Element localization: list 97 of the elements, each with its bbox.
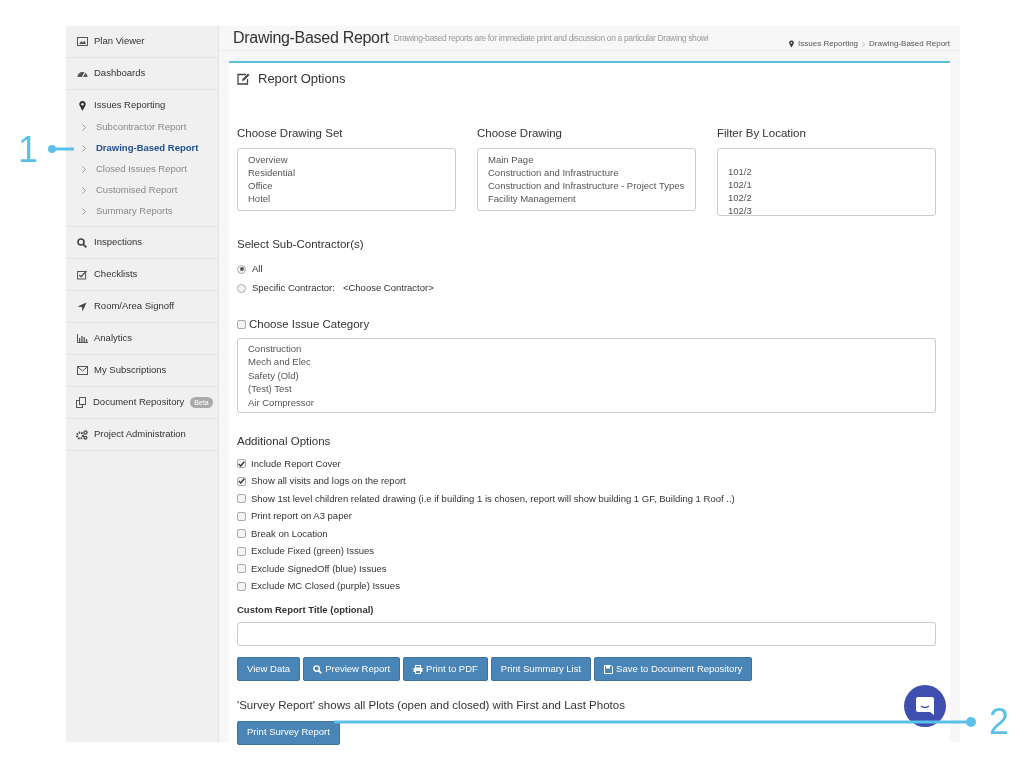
- field-label: Choose Drawing Set: [237, 126, 344, 141]
- list-option[interactable]: Construction and Infrastructure - Project Types: [488, 179, 685, 193]
- chevron-right-icon: [862, 41, 866, 47]
- title-input[interactable]: [237, 622, 936, 647]
- sidebar-item[interactable]: Inspections: [94, 235, 212, 250]
- chevron-right-icon: [82, 208, 86, 215]
- page-title: Drawing-Based Report: [233, 28, 389, 48]
- sidebar-item[interactable]: Room/Area Signoff: [94, 299, 212, 314]
- checkbox-label: Show all visits and logs on the report: [251, 474, 406, 489]
- search-icon: [77, 237, 87, 248]
- checkbox-label: Exclude MC Closed (purple) Issues: [251, 579, 400, 594]
- submenu-item[interactable]: Drawing-Based Report: [96, 141, 199, 156]
- search-icon: [313, 664, 323, 674]
- checkbox[interactable]: [237, 476, 246, 486]
- radio-button[interactable]: [237, 264, 246, 274]
- contractor-link[interactable]: <Choose Contractor>: [342, 280, 434, 296]
- action-button[interactable]: Save to Document Repository: [594, 657, 753, 682]
- list-box[interactable]: Main Page Construction and Infrastructure Construction and Infrastructure - Project Types Facility Management: [477, 148, 696, 212]
- copy-icon: [76, 397, 87, 408]
- checkbox[interactable]: [237, 529, 246, 539]
- checkbox-label: Show 1st level children related drawing (i.e if building 1 is chosen, report will show building 1 GF, Building 1 Roof ..): [251, 491, 735, 506]
- sidebar-item[interactable]: Plan Viewer: [94, 34, 212, 49]
- list-option[interactable]: Office: [248, 179, 445, 193]
- field-label: Filter By Location: [717, 126, 807, 141]
- radio-label: Specific Contractor:: [252, 280, 335, 295]
- checkbox[interactable]: [237, 511, 246, 521]
- list-box[interactable]: Overview Residential Office Hotel: [237, 148, 456, 212]
- location-arrow-icon: [77, 301, 87, 312]
- sidebar-item[interactable]: Project Administration: [94, 427, 212, 442]
- page-subtitle: Drawing-based reports are for immediate print and discussion on a particular Drawing showi: [393, 31, 709, 45]
- list-option[interactable]: 102/1: [728, 178, 925, 192]
- chevron-right-icon: [82, 124, 86, 131]
- list-option[interactable]: Overview: [248, 153, 445, 167]
- sidebar-item[interactable]: Document Repository: [93, 395, 185, 410]
- radio-button[interactable]: [237, 283, 246, 293]
- chevron-right-icon: [82, 145, 86, 152]
- checkbox-label: Print report on A3 paper: [251, 509, 352, 524]
- sidebar-item[interactable]: Issues Reporting: [94, 98, 212, 113]
- checkbox-label: Include Report Cover: [251, 456, 341, 471]
- list-option[interactable]: Construction and Infrastructure: [488, 166, 685, 180]
- checkbox-label: Exclude SignedOff (blue) Issues: [251, 561, 387, 576]
- list-option[interactable]: Construction: [248, 341, 925, 356]
- checkbox[interactable]: [237, 459, 246, 469]
- checkbox-icon: [77, 269, 87, 280]
- gears-icon: [76, 429, 88, 440]
- field-label: Select Sub-Contractor(s): [237, 237, 365, 253]
- list-option[interactable]: Hotel: [248, 192, 445, 206]
- list-option[interactable]: Mech and Elec: [248, 355, 925, 369]
- field-label: Choose Issue Category: [249, 316, 370, 332]
- checkbox[interactable]: [237, 319, 246, 329]
- list-option[interactable]: (Test) Test: [248, 382, 925, 396]
- bar-chart-icon: [76, 334, 88, 343]
- leader-line: [48, 145, 74, 153]
- gauge-icon: [76, 69, 88, 78]
- image-icon: [76, 37, 88, 46]
- sidebar-item[interactable]: Dashboards: [94, 66, 212, 81]
- breadcrumb-link[interactable]: Issues Reporting: [798, 38, 859, 50]
- list-option[interactable]: Main Page: [488, 153, 685, 167]
- list-option[interactable]: Facility Management: [488, 192, 685, 206]
- callout-number: 1: [18, 128, 39, 172]
- sidebar-item[interactable]: Checklists: [94, 267, 212, 282]
- action-button[interactable]: View Data: [237, 657, 301, 682]
- list-box[interactable]: 101/2 102/1 102/2 102/3: [717, 148, 936, 217]
- printer-icon: [413, 664, 424, 674]
- survey-button[interactable]: Print Survey Report: [237, 720, 340, 745]
- envelope-icon: [76, 366, 88, 375]
- breadcrumb-link[interactable]: Drawing-Based Report: [869, 38, 950, 50]
- chat-icon: [915, 696, 935, 716]
- field-label: Choose Drawing: [477, 126, 563, 141]
- action-button[interactable]: Print Summary List: [490, 657, 592, 682]
- list-option[interactable]: Safety (Old): [248, 368, 925, 383]
- survey-description: 'Survey Report' shows all Plots (open and closed) with First and Last Photos: [237, 698, 625, 714]
- checkbox[interactable]: [237, 581, 246, 591]
- checkbox[interactable]: [237, 494, 246, 504]
- list-option[interactable]: Air Compressor: [248, 395, 925, 410]
- sidebar-item[interactable]: Analytics: [94, 331, 212, 346]
- field-label: Additional Options: [237, 433, 332, 449]
- list-option[interactable]: Residential: [248, 166, 445, 180]
- action-button[interactable]: Print to PDF: [403, 657, 488, 682]
- panel-title: Report Options: [258, 70, 346, 89]
- sidebar-item[interactable]: My Subscriptions: [94, 363, 212, 378]
- list-option[interactable]: 101/2: [728, 165, 925, 179]
- callout-number: 2: [989, 700, 1010, 744]
- checkbox-label: Exclude Fixed (green) Issues: [251, 544, 375, 559]
- list-option[interactable]: 102/3: [728, 204, 925, 216]
- list-option[interactable]: 102/2: [728, 191, 925, 205]
- chevron-right-icon: [82, 166, 86, 173]
- edit-icon: [237, 73, 250, 85]
- radio-label: All: [252, 261, 263, 276]
- checkbox[interactable]: [237, 564, 246, 574]
- checkbox[interactable]: [237, 546, 246, 556]
- action-button[interactable]: Preview Report: [303, 657, 401, 682]
- map-pin-icon: [78, 100, 86, 111]
- list-box[interactable]: Construction Mech and Elec Safety (Old) (Test) Test Air Compressor: [237, 337, 936, 413]
- field-label: Custom Report Title (optional): [237, 603, 375, 617]
- checkbox-label: Break on Location: [251, 526, 328, 541]
- chevron-right-icon: [82, 187, 86, 194]
